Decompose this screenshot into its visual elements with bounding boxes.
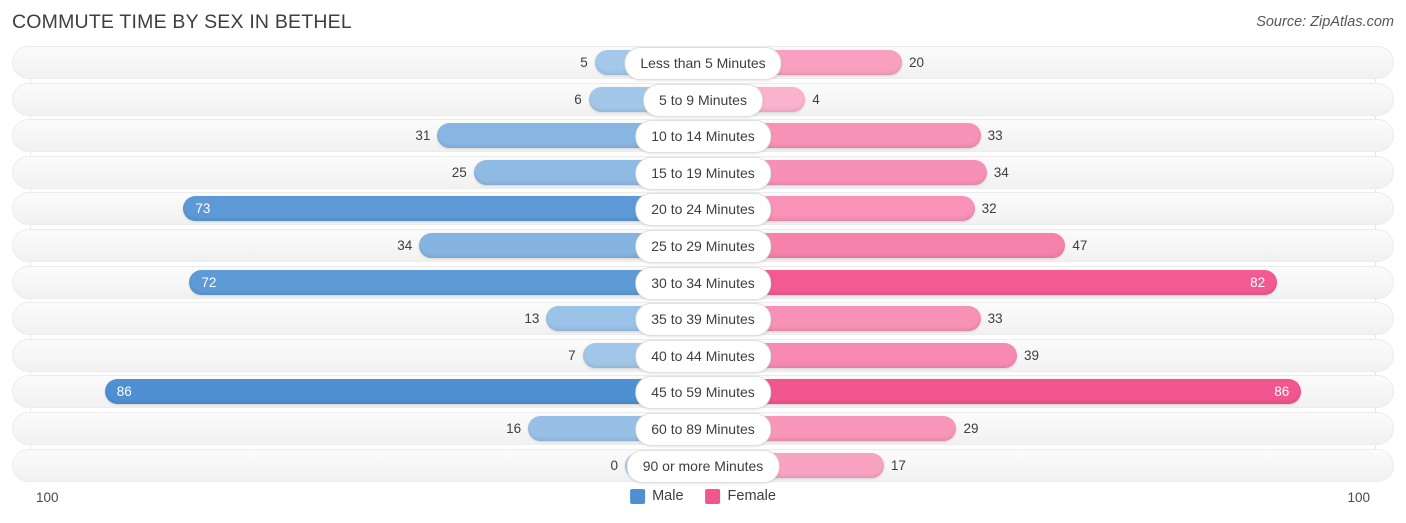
bar-row[interactable]: 72 82 30 to 34 Minutes [0,265,1406,300]
male-value-label: 73 [195,201,211,217]
bar-wrap: 34 47 25 to 29 Minutes [0,229,1406,263]
female-value-label: 4 [812,91,820,107]
category-label: 15 to 19 Minutes [635,156,771,190]
bar-row[interactable]: 25 34 15 to 19 Minutes [0,155,1406,190]
category-label: 90 or more Minutes [626,449,780,483]
category-label: 45 to 59 Minutes [635,376,771,410]
bar-row[interactable]: 31 33 10 to 14 Minutes [0,119,1406,154]
bar-wrap: 5 20 Less than 5 Minutes [0,46,1406,80]
female-bar[interactable] [703,269,1278,295]
bar-row[interactable]: 6 4 5 to 9 Minutes [0,82,1406,117]
male-value-label: 0 [610,457,618,473]
bar-wrap: 0 17 90 or more Minutes [0,449,1406,483]
category-label: 20 to 24 Minutes [635,193,771,227]
bar-row[interactable]: 86 86 45 to 59 Minutes [0,375,1406,410]
male-value-label: 16 [506,420,522,436]
bar-row[interactable]: 16 29 60 to 89 Minutes [0,411,1406,446]
chart-legend: Male Female [630,488,776,504]
bar-row[interactable]: 0 17 90 or more Minutes [0,448,1406,483]
category-label: 35 to 39 Minutes [635,303,771,337]
male-value-label: 34 [397,237,413,253]
female-value-label: 33 [987,311,1003,327]
plot-area: 5 20 Less than 5 Minutes 6 4 5 to 9 Minutes 31… [0,46,1406,483]
female-bar[interactable] [703,379,1302,405]
category-label: 5 to 9 Minutes [643,83,763,117]
legend-item-female[interactable]: Female [705,488,776,504]
commute-time-chart: COMMUTE TIME BY SEX IN BETHEL Source: Zi… [0,0,1406,523]
bar-wrap: 13 33 35 to 39 Minutes [0,302,1406,337]
bar-wrap: 7 39 40 to 44 Minutes [0,339,1406,373]
female-value-label: 82 [1250,274,1266,290]
female-value-label: 39 [1023,347,1039,363]
female-value-label: 34 [993,164,1009,180]
chart-footer: 100 100 Male Female [0,482,1406,523]
male-value-label: 72 [201,274,217,290]
female-value-label: 47 [1072,237,1088,253]
legend-item-male[interactable]: Male [630,488,684,504]
legend-label-female: Female [727,488,776,504]
female-value-label: 86 [1274,384,1290,400]
male-value-label: 5 [580,55,588,70]
female-value-label: 20 [909,55,925,70]
category-label: 40 to 44 Minutes [635,339,771,373]
category-label: 10 to 14 Minutes [635,120,771,154]
bar-row[interactable]: 34 47 25 to 29 Minutes [0,228,1406,263]
female-value-label: 29 [963,420,979,436]
bar-row[interactable]: 73 32 20 to 24 Minutes [0,192,1406,227]
bar-row[interactable]: 7 39 40 to 44 Minutes [0,338,1406,373]
male-color-swatch-icon [630,488,646,504]
bar-wrap: 86 86 45 to 59 Minutes [0,375,1406,410]
male-bar[interactable] [189,269,703,295]
chart-header: COMMUTE TIME BY SEX IN BETHEL Source: Zi… [0,0,1406,46]
bar-rows: 5 20 Less than 5 Minutes 6 4 5 to 9 Minutes 31… [0,46,1406,485]
axis-label-left-max: 100 [36,490,59,505]
female-value-label: 17 [890,457,906,473]
bar-wrap: 6 4 5 to 9 Minutes [0,83,1406,117]
male-value-label: 7 [568,347,576,363]
male-value-label: 25 [451,164,467,180]
bar-wrap: 25 34 15 to 19 Minutes [0,156,1406,190]
female-value-label: 33 [987,128,1003,144]
bar-wrap: 72 82 30 to 34 Minutes [0,266,1406,300]
male-value-label: 86 [116,384,132,400]
male-bar[interactable] [104,379,703,405]
bar-row[interactable]: 13 33 35 to 39 Minutes [0,302,1406,337]
male-value-label: 6 [574,91,582,107]
female-value-label: 32 [981,201,997,217]
male-value-label: 31 [415,128,431,144]
category-label: Less than 5 Minutes [624,47,782,80]
category-label: 60 to 89 Minutes [635,412,771,446]
female-color-swatch-icon [705,488,721,504]
category-label: 25 to 29 Minutes [635,229,771,263]
category-label: 30 to 34 Minutes [635,266,771,300]
bar-row[interactable]: 5 20 Less than 5 Minutes [0,46,1406,80]
bar-wrap: 16 29 60 to 89 Minutes [0,412,1406,446]
page-title: COMMUTE TIME BY SEX IN BETHEL [12,11,352,33]
bar-wrap: 31 33 10 to 14 Minutes [0,119,1406,154]
male-value-label: 13 [524,311,540,327]
bar-wrap: 73 32 20 to 24 Minutes [0,192,1406,227]
legend-label-male: Male [652,488,684,504]
axis-label-right-max: 100 [1347,490,1370,505]
male-bar[interactable] [183,196,703,222]
source-attribution: Source: ZipAtlas.com [1256,14,1394,30]
